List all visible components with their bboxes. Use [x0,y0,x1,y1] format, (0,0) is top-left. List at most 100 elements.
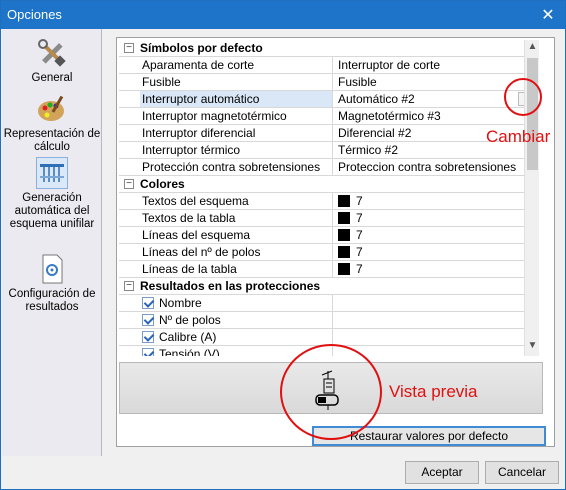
property-value-text: Magnetotérmico #3 [338,109,441,123]
accept-button[interactable]: Aceptar [405,461,479,484]
category-title: Resultados en las protecciones [140,279,321,293]
title-bar: Opciones ✕ [1,1,565,29]
property-row[interactable]: Fusible Fusible [119,74,539,91]
property-value-text: Térmico #2 [338,143,399,157]
property-label: Aparamenta de corte [142,58,255,72]
property-value-text: Fusible [338,75,377,89]
property-name: Nº de polos [140,312,333,328]
scroll-down-icon[interactable]: ▼ [527,340,538,354]
property-grid: − Símbolos por defecto Aparamenta de corte… [119,40,539,356]
property-value[interactable]: 7 [334,261,539,277]
color-swatch [338,195,350,207]
sidebar: General Representación de cálculo Genera… [2,29,102,456]
sidebar-item-general[interactable]: General [2,37,102,85]
collapse-icon[interactable]: − [124,43,134,53]
property-row[interactable]: Protección contra sobretensiones Protecci… [119,159,539,176]
property-value-text: 7 [356,194,363,208]
property-row[interactable]: Líneas del esquema 7 [119,227,539,244]
property-row[interactable]: Líneas del nº de polos 7 [119,244,539,261]
property-label: Interruptor diferencial [142,126,256,140]
annotation-circle-button [504,78,542,116]
category-row[interactable]: − Colores [119,176,539,193]
property-row[interactable]: Líneas de la tabla 7 [119,261,539,278]
property-value[interactable]: 7 [334,244,539,260]
property-row[interactable]: Nombre [119,295,539,312]
checkbox[interactable] [142,331,154,343]
property-row[interactable]: Interruptor térmico Térmico #2 [119,142,539,159]
color-swatch [338,229,350,241]
color-swatch [338,246,350,258]
property-label: Calibre (A) [159,330,217,344]
property-name: Calibre (A) [140,329,333,345]
property-row[interactable]: Aparamenta de corte Interruptor de corte [119,57,539,74]
collapse-icon[interactable]: − [124,281,134,291]
property-value[interactable] [334,346,539,356]
sidebar-item-results-config[interactable]: Configuración de resultados [2,253,102,314]
category-row[interactable]: − Símbolos por defecto [119,40,539,57]
property-label: Textos del esquema [142,194,249,208]
color-swatch [338,263,350,275]
sidebar-item-auto-schema[interactable]: Generación automática del esquema unifil… [2,157,102,231]
property-value[interactable]: Interruptor de corte [334,57,539,73]
property-value[interactable]: 7 [334,227,539,243]
category-row[interactable]: − Resultados en las protecciones [119,278,539,295]
property-label: Líneas del esquema [142,228,251,242]
property-value-text: Interruptor de corte [338,58,441,72]
property-name: Líneas de la tabla [140,261,333,277]
property-value[interactable]: 7 [334,193,539,209]
property-name: Interruptor automático [140,91,333,107]
property-value-text: Diferencial #2 [338,126,412,140]
property-value-text: 7 [356,245,363,259]
property-label: Líneas del nº de polos [142,245,261,259]
sidebar-item-label: General [31,72,73,84]
property-row[interactable]: Interruptor automáticoAutomático #2... [119,91,539,108]
schema-icon [36,157,68,189]
property-row[interactable]: Nº de polos [119,312,539,329]
property-value[interactable]: Proteccion contra sobretensiones [334,159,539,175]
property-row[interactable]: Interruptor magnetotérmico Magnetotérmico… [119,108,539,125]
scroll-up-icon[interactable]: ▲ [527,41,538,55]
property-name: Aparamenta de corte [140,57,333,73]
property-label: Interruptor térmico [142,143,241,157]
cancel-button[interactable]: Cancelar [485,461,559,484]
collapse-icon[interactable]: − [124,179,134,189]
property-label: Interruptor automático [142,92,260,106]
property-value-text: Automático #2 [338,92,415,106]
checkbox[interactable] [142,348,154,356]
palette-icon [36,93,68,125]
annotation-circle-preview [280,344,382,440]
property-name: Textos de la tabla [140,210,333,226]
property-row[interactable]: Interruptor diferencial Diferencial #2 [119,125,539,142]
property-value[interactable] [334,295,539,311]
property-value[interactable]: Magnetotérmico #3 [334,108,539,124]
category-title: Símbolos por defecto [140,41,263,55]
property-value[interactable] [334,329,539,345]
property-row[interactable]: Textos del esquema 7 [119,193,539,210]
property-name: Nombre [140,295,333,311]
annotation-preview: Vista previa [389,382,478,401]
property-label: Tensión (V) [159,347,220,356]
category-title: Colores [140,177,185,191]
property-name: Líneas del nº de polos [140,244,333,260]
property-label: Interruptor magnetotérmico [142,109,287,123]
property-value-text: Proteccion contra sobretensiones [338,160,517,174]
property-name: Interruptor magnetotérmico [140,108,333,124]
property-name: Líneas del esquema [140,227,333,243]
window-title: Opciones [7,7,62,22]
property-label: Protección contra sobretensiones [142,160,321,174]
property-name: Textos del esquema [140,193,333,209]
property-value-text: 7 [356,211,363,225]
sidebar-item-label: Configuración de resultados [8,288,96,313]
property-value-text: 7 [356,228,363,242]
property-value[interactable]: 7 [334,210,539,226]
property-label: Nombre [159,296,202,310]
property-value[interactable] [334,312,539,328]
checkbox[interactable] [142,314,154,326]
sidebar-item-calc-representation[interactable]: Representación de cálculo [2,93,102,154]
property-label: Nº de polos [159,313,221,327]
options-dialog: Opciones ✕ General Representación de cál… [0,0,566,490]
close-icon[interactable]: ✕ [531,1,565,29]
checkbox[interactable] [142,297,154,309]
property-name: Interruptor diferencial [140,125,333,141]
property-row[interactable]: Textos de la tabla 7 [119,210,539,227]
